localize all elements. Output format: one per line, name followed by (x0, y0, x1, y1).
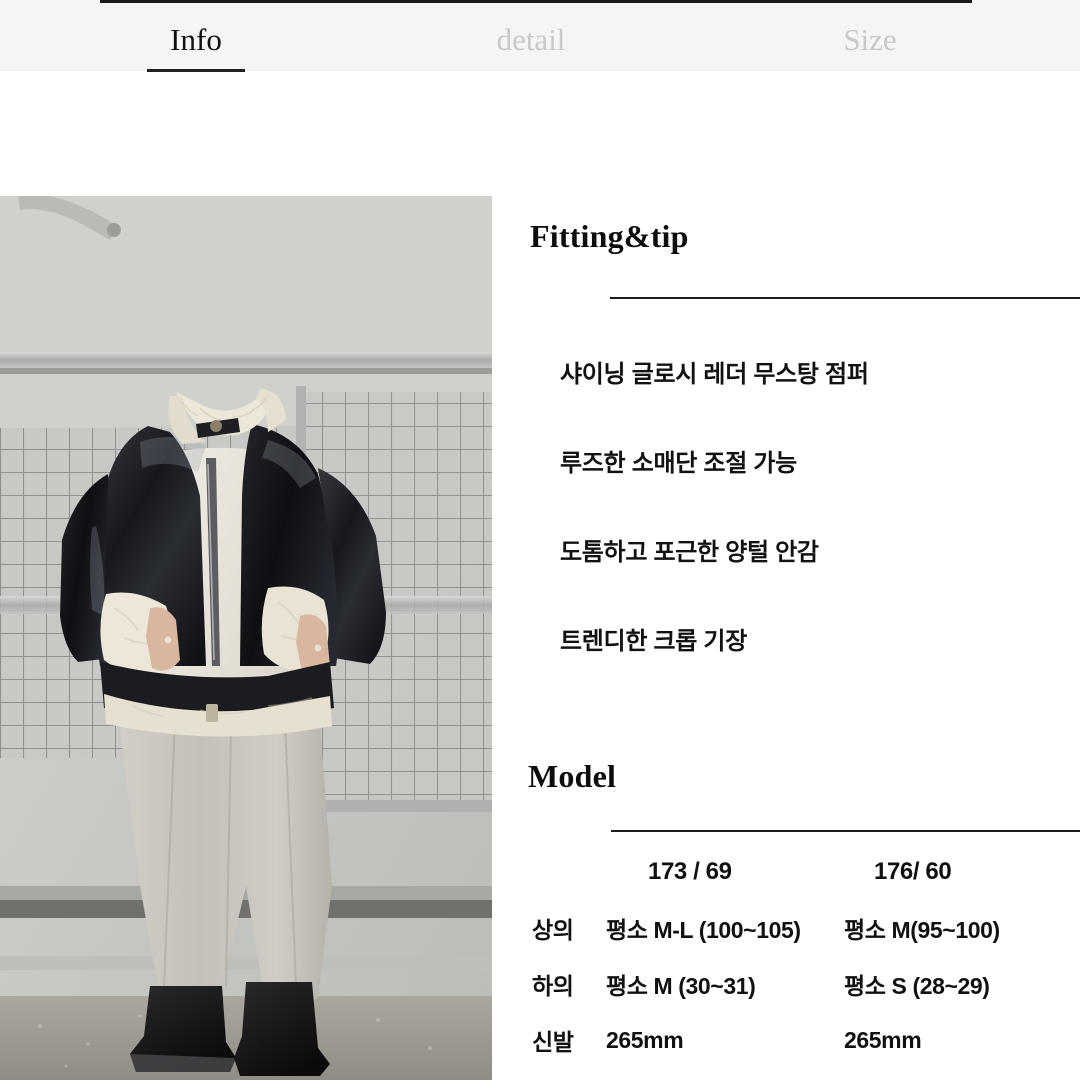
tab-info-label: Info (170, 22, 222, 57)
row-value-model-a: 265mm (606, 1026, 684, 1053)
tab-size-label: Size (843, 22, 897, 57)
table-row: 신발 265mm 265mm (492, 1012, 1080, 1068)
row-value-model-b: 265mm (844, 1026, 922, 1053)
tab-info[interactable]: Info (98, 16, 294, 72)
table-row: 하의 평소 M (30~31) 평소 S (28~29) (492, 956, 1080, 1012)
table-row: 상의 평소 M-L (100~105) 평소 M(95~100) (492, 900, 1080, 956)
row-value-model-b: 평소 M(95~100) (844, 917, 1000, 943)
product-photo-illustration (0, 196, 492, 1080)
product-photo (0, 196, 492, 1080)
fitting-bullet: 샤이닝 글로시 레더 무스탕 점퍼 (560, 361, 869, 388)
tab-detail[interactable]: detail (426, 16, 636, 55)
row-value-model-a: 평소 M (30~31) (606, 973, 756, 999)
row-label: 상의 (532, 917, 574, 943)
model-section-title: Model (528, 758, 617, 794)
table-row-header: 173 / 69 176/ 60 (492, 844, 1080, 900)
model-size-table: 173 / 69 176/ 60 상의 평소 M-L (100~105) 평소 … (492, 844, 1080, 1068)
row-label: 신발 (532, 1029, 574, 1055)
tab-bar: Info detail Size (0, 0, 1080, 72)
model-b-stats: 176/ 60 (874, 858, 952, 885)
tab-detail-label: detail (496, 22, 566, 57)
row-value-model-b: 평소 S (28~29) (844, 973, 990, 999)
model-section-divider (611, 830, 1080, 832)
tab-list: Info detail Size (0, 0, 1080, 72)
fitting-bullet: 트렌디한 크롭 기장 (560, 628, 747, 655)
fitting-section-divider (610, 297, 1080, 299)
tab-active-underline (147, 69, 245, 72)
row-label: 하의 (532, 973, 574, 999)
fitting-bullet: 루즈한 소매단 조절 가능 (560, 450, 797, 477)
row-value-model-a: 평소 M-L (100~105) (606, 917, 801, 943)
tab-size[interactable]: Size (780, 16, 960, 55)
fitting-bullet: 도톰하고 포근한 양털 안감 (560, 539, 819, 566)
product-info-panel: Fitting&tip 샤이닝 글로시 레더 무스탕 점퍼 루즈한 소매단 조절… (492, 196, 1080, 1080)
fitting-section-title: Fitting&tip (530, 218, 689, 254)
fitting-bullet-list: 샤이닝 글로시 레더 무스탕 점퍼 루즈한 소매단 조절 가능 도톰하고 포근한… (560, 360, 1080, 716)
model-a-stats: 173 / 69 (648, 858, 732, 885)
